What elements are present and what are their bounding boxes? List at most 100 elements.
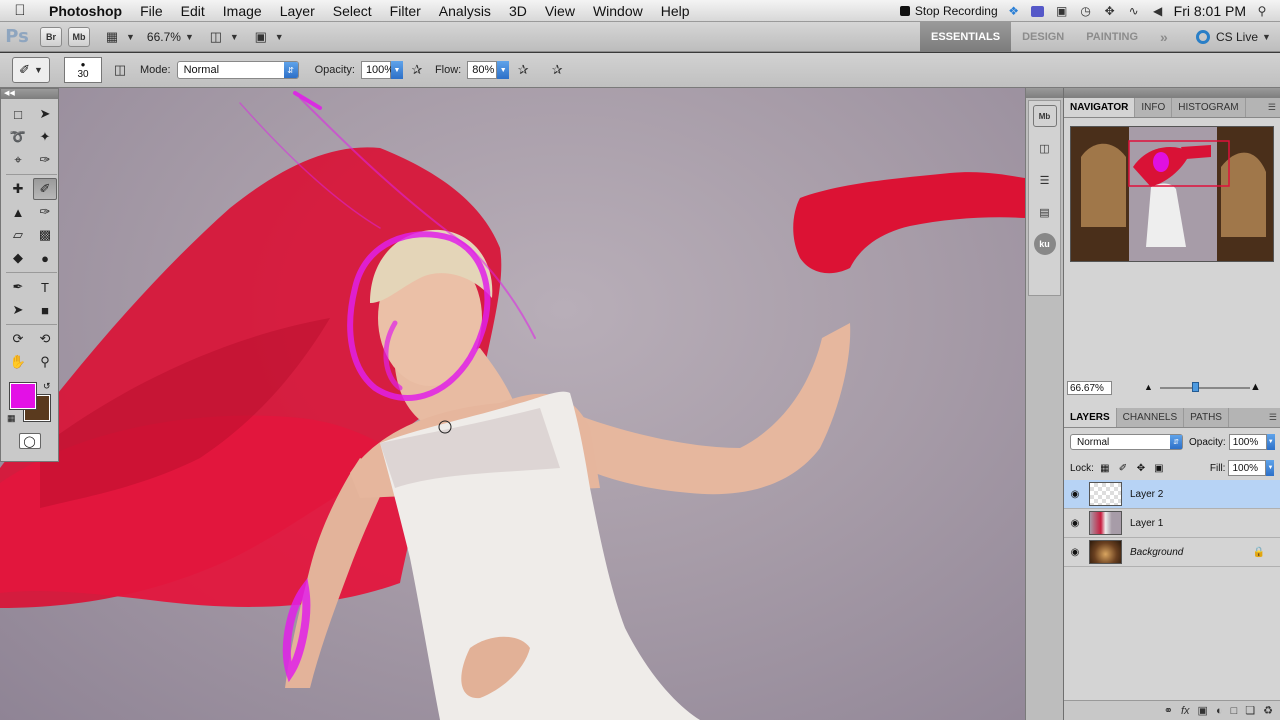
foreground-color-swatch[interactable] [9,382,37,410]
history-brush-tool-icon[interactable]: ✑ [33,201,57,223]
default-colors-icon[interactable]: ▦ [7,413,16,424]
chevron-down-icon[interactable]: ▼ [230,32,239,42]
menu-file[interactable]: File [131,0,172,22]
navigator-thumbnail[interactable] [1070,126,1274,262]
blend-mode-select[interactable]: Normal ⇵ [1070,434,1183,450]
zoom-out-icon[interactable]: ▲ [1144,382,1153,392]
zoom-slider-track[interactable] [1160,387,1250,389]
styles-icon[interactable]: ☰ [1033,169,1057,191]
fill-dropdown[interactable]: ▼ [1266,460,1275,476]
brush-panel-toggle-icon[interactable]: ◫ [110,60,130,80]
clock[interactable]: Fri 8:01 PM [1174,3,1246,19]
airbrush-icon[interactable]: ✰ [513,60,533,80]
type-tool-icon[interactable]: T [33,276,57,298]
path-select-tool-icon[interactable]: ➤ [6,299,30,321]
mini-bridge-panel-icon[interactable]: Mb [1032,105,1057,127]
eraser-tool-icon[interactable]: ▱ [6,224,30,246]
tool-preset-picker[interactable]: ✐ ▼ [12,57,50,83]
network-icon[interactable]: ✥ [1102,4,1118,18]
dropbox-icon[interactable]: ❖ [1006,4,1022,18]
tools-panel-header[interactable]: ◀◀ [1,89,58,99]
delete-layer-icon[interactable]: ♻ [1263,704,1273,717]
arrange-documents-icon[interactable]: ◫ [206,27,226,47]
panel-menu-icon[interactable]: ☰ [1268,102,1276,113]
lasso-tool-icon[interactable]: ➰ [6,126,30,148]
tab-paths[interactable]: PATHS [1184,408,1229,427]
healing-brush-tool-icon[interactable]: ✚ [6,178,30,200]
wifi-icon[interactable]: ∿ [1126,4,1142,18]
marquee-tool-icon[interactable]: □ [6,103,30,125]
tab-navigator[interactable]: NAVIGATOR [1064,98,1136,117]
mini-bridge-button[interactable]: Mb [68,26,90,47]
tab-layers[interactable]: LAYERS [1064,408,1117,427]
fill-input[interactable]: 100% [1228,460,1267,476]
hand-tool-icon[interactable]: ✋ [6,351,30,373]
tab-histogram[interactable]: HISTOGRAM [1172,98,1246,117]
3d-orbit-tool-icon[interactable]: ⟲ [33,328,57,350]
screen-mode-icon[interactable]: ▣ [251,27,271,47]
layer-row-layer-2[interactable]: ◉ Layer 2 [1064,480,1280,509]
flow-input[interactable]: 80% [467,61,498,79]
lock-pixels-icon[interactable]: ✐ [1116,461,1130,475]
spotlight-icon[interactable]: ⚲ [1254,4,1270,18]
menu-analysis[interactable]: Analysis [430,0,500,22]
menu-help[interactable]: Help [652,0,699,22]
menu-filter[interactable]: Filter [381,0,430,22]
brush-tool-icon[interactable]: ✐ [33,178,57,200]
chevron-down-icon[interactable]: ▼ [275,32,284,42]
rectangle-tool-icon[interactable]: ■ [33,299,57,321]
display-icon[interactable]: ▣ [1054,4,1070,18]
kuler-icon[interactable]: ku [1033,233,1056,255]
navigator-zoom-input[interactable]: 66.67% [1067,381,1112,395]
workspace-painting[interactable]: PAINTING [1075,22,1149,52]
lock-transparency-icon[interactable]: ▦ [1098,461,1112,475]
workspace-essentials[interactable]: ESSENTIALS [920,22,1012,52]
move-tool-icon[interactable]: ➤ [33,103,57,125]
eye-icon[interactable]: ◉ [1064,547,1086,558]
volume-icon[interactable]: ◀ [1150,4,1166,18]
new-group-icon[interactable]: □ [1231,705,1238,717]
menu-app-name[interactable]: Photoshop [40,0,131,22]
panels-header[interactable] [1064,88,1280,98]
time-machine-icon[interactable]: ◷ [1078,4,1094,18]
tab-info[interactable]: INFO [1135,98,1173,117]
pen-tool-icon[interactable]: ✒ [6,276,30,298]
adjustment-layer-icon[interactable]: ◐ [1216,705,1223,717]
gradient-tool-icon[interactable]: ▩ [33,224,57,246]
tool-presets-icon[interactable]: ▤ [1033,201,1057,223]
opacity-dropdown[interactable]: ▼ [390,61,403,79]
menu-select[interactable]: Select [324,0,381,22]
3d-rotate-tool-icon[interactable]: ⟳ [6,328,30,350]
workspace-design[interactable]: DESIGN [1011,22,1075,52]
bridge-button[interactable]: Br [40,26,62,47]
quick-select-tool-icon[interactable]: ✦ [33,126,57,148]
tab-channels[interactable]: CHANNELS [1117,408,1185,427]
blur-tool-icon[interactable]: ◆ [6,247,30,269]
menu-layer[interactable]: Layer [271,0,324,22]
menu-3d[interactable]: 3D [500,0,536,22]
swap-colors-icon[interactable]: ↺ [43,381,51,392]
eye-icon[interactable]: ◉ [1064,489,1086,500]
chevron-down-icon[interactable]: ▼ [126,32,135,42]
apple-icon[interactable]:  [0,2,40,19]
layer-opacity-input[interactable]: 100% [1228,434,1267,450]
flow-dropdown[interactable]: ▼ [497,61,510,79]
document-canvas[interactable] [0,88,1025,720]
lock-all-icon[interactable]: ▣ [1152,461,1166,475]
workspace-more[interactable]: » [1149,22,1179,52]
new-layer-icon[interactable]: ❏ [1245,704,1255,717]
menu-image[interactable]: Image [214,0,271,22]
zoom-slider-knob[interactable] [1192,382,1199,392]
menu-window[interactable]: Window [584,0,652,22]
mode-select[interactable]: Normal ⇵ [176,61,299,79]
dodge-tool-icon[interactable]: ● [33,247,57,269]
pressure-size-icon[interactable]: ✰ [547,60,567,80]
view-extras-icon[interactable]: ▦ [102,27,122,47]
cs-live-button[interactable]: CS Live ▼ [1196,22,1271,52]
panel-menu-icon[interactable]: ☰ [1269,412,1277,423]
stop-recording-button[interactable]: Stop Recording [899,4,998,18]
brush-preset-picker[interactable]: ● 30 [64,57,102,83]
layer-opacity-dropdown[interactable]: ▼ [1266,434,1275,450]
pressure-opacity-icon[interactable]: ✰ [407,60,427,80]
lock-position-icon[interactable]: ✥ [1134,461,1148,475]
